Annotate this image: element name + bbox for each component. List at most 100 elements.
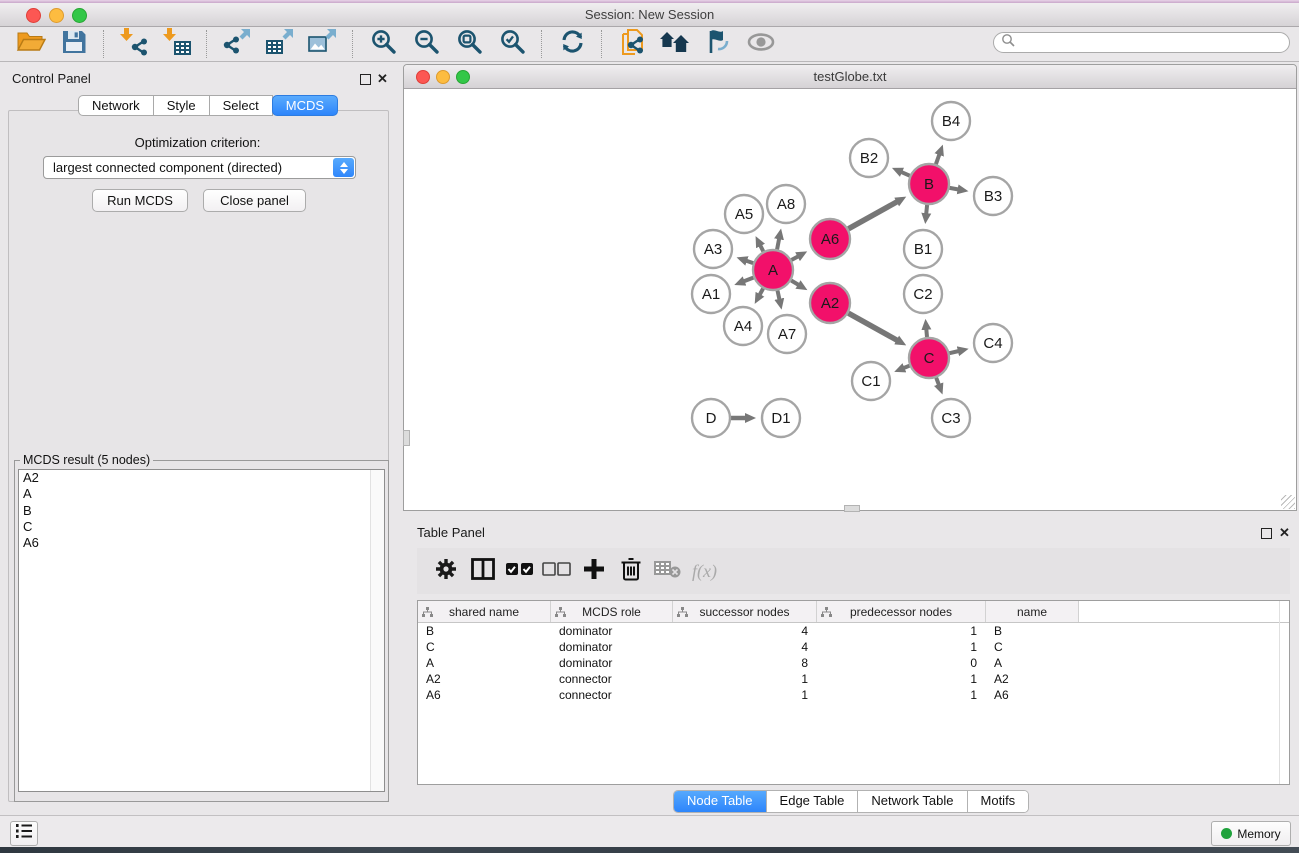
criterion-dropdown[interactable]: largest connected component (directed) [43, 156, 356, 179]
open-session-button[interactable] [14, 29, 48, 59]
table-row[interactable]: A6connector11A6 [418, 687, 1289, 703]
table-cell[interactable]: 1 [673, 687, 817, 703]
graph-node-A3[interactable]: A3 [694, 230, 732, 268]
graph-node-A6[interactable]: A6 [810, 219, 850, 259]
graph-node-C4[interactable]: C4 [974, 324, 1012, 362]
left-split-grip[interactable] [403, 430, 410, 446]
tab-edge-table[interactable]: Edge Table [767, 791, 859, 812]
table-cell[interactable]: A6 [418, 687, 551, 703]
edge-A-A3[interactable] [746, 261, 753, 264]
zoom-fit-button[interactable] [495, 29, 529, 59]
columns-button[interactable] [464, 554, 501, 588]
column-header-shared-name[interactable]: shared name [418, 601, 551, 622]
table-cell[interactable]: 4 [673, 639, 817, 655]
column-header-successor-nodes[interactable]: successor nodes [673, 601, 817, 622]
control-panel-float-icon[interactable] [360, 74, 371, 85]
mcds-result-item[interactable]: A6 [19, 535, 384, 551]
column-header-name[interactable]: name [986, 601, 1079, 622]
home-button[interactable] [658, 29, 692, 59]
edge-A6-B[interactable] [848, 202, 897, 229]
show-hide-button[interactable] [744, 29, 778, 59]
tab-node-table[interactable]: Node Table [674, 791, 767, 812]
status-menu-button[interactable] [10, 821, 38, 846]
edge-A2-C[interactable] [848, 313, 897, 340]
graph-node-C1[interactable]: C1 [852, 362, 890, 400]
tab-motifs[interactable]: Motifs [968, 791, 1029, 812]
table-cell[interactable]: B [986, 623, 1079, 639]
zoom-window-button[interactable] [72, 8, 87, 23]
table-cell[interactable]: 1 [817, 623, 986, 639]
run-mcds-button[interactable]: Run MCDS [92, 189, 188, 212]
table-cell[interactable]: B [418, 623, 551, 639]
export-network-button[interactable] [220, 29, 254, 59]
apply-style-button[interactable] [701, 29, 735, 59]
gear-button[interactable] [427, 554, 464, 588]
tab-select[interactable]: Select [210, 95, 273, 116]
table-cell[interactable]: A2 [986, 671, 1079, 687]
mcds-result-item[interactable]: B [19, 503, 384, 519]
table-cell[interactable]: 1 [817, 671, 986, 687]
table-cell[interactable]: C [418, 639, 551, 655]
column-header-MCDS-role[interactable]: MCDS role [551, 601, 673, 622]
delete-row-button[interactable] [612, 554, 649, 588]
table-row[interactable]: Bdominator41B [418, 623, 1289, 639]
mcds-result-item[interactable]: A2 [19, 470, 384, 486]
table-cell[interactable]: connector [551, 671, 673, 687]
import-table-button[interactable] [160, 29, 194, 59]
table-cell[interactable]: 1 [817, 687, 986, 703]
table-cell[interactable]: C [986, 639, 1079, 655]
control-panel-close-icon[interactable]: ✕ [377, 71, 388, 87]
graph-node-A2[interactable]: A2 [810, 283, 850, 323]
graph-node-A4[interactable]: A4 [724, 307, 762, 345]
edge-A-A1[interactable] [744, 278, 754, 282]
edge-C-C3[interactable] [936, 378, 939, 385]
table-cell[interactable]: 1 [817, 639, 986, 655]
export-image-button[interactable] [306, 29, 340, 59]
table-row[interactable]: Cdominator41C [418, 639, 1289, 655]
table-cell[interactable]: 1 [673, 671, 817, 687]
refresh-button[interactable] [555, 29, 589, 59]
zoom-in-button[interactable] [366, 29, 400, 59]
tab-style[interactable]: Style [154, 95, 210, 116]
table-panel-float-icon[interactable] [1261, 528, 1272, 539]
edge-A-A4[interactable] [760, 289, 764, 296]
function-button[interactable]: f(x) [686, 554, 723, 588]
table-row[interactable]: A2connector11A2 [418, 671, 1289, 687]
edge-A-A8[interactable] [777, 238, 779, 249]
table-cell[interactable]: 8 [673, 655, 817, 671]
close-window-button[interactable] [26, 8, 41, 23]
table-cell[interactable]: dominator [551, 655, 673, 671]
graph-node-B4[interactable]: B4 [932, 102, 970, 140]
edge-A-A5[interactable] [760, 245, 763, 251]
edge-B-B2[interactable] [901, 172, 910, 176]
column-header-predecessor-nodes[interactable]: predecessor nodes [817, 601, 986, 622]
table-cell[interactable]: connector [551, 687, 673, 703]
graph-node-A8[interactable]: A8 [767, 185, 805, 223]
table-cell[interactable]: dominator [551, 639, 673, 655]
edge-A-A6[interactable] [791, 256, 798, 260]
zoom-out-button[interactable] [409, 29, 443, 59]
select-all-button[interactable] [501, 554, 538, 588]
import-network-button[interactable] [117, 29, 151, 59]
edge-B-B1[interactable] [926, 205, 927, 214]
add-row-button[interactable] [575, 554, 612, 588]
edge-B-B3[interactable] [950, 188, 959, 190]
graph-node-A[interactable]: A [753, 250, 793, 290]
graph-node-D1[interactable]: D1 [762, 399, 800, 437]
table-row[interactable]: Adominator80A [418, 655, 1289, 671]
mcds-result-list[interactable]: A2ABCA6 [18, 469, 385, 792]
bottom-split-grip[interactable] [844, 505, 860, 512]
graph-node-B[interactable]: B [909, 164, 949, 204]
table-cell[interactable]: dominator [551, 623, 673, 639]
table-cell[interactable]: A [418, 655, 551, 671]
graph-node-B1[interactable]: B1 [904, 230, 942, 268]
network-graph-canvas[interactable]: AA1A2A3A4A5A6A7A8BB1B2B3B4CC1C2C3C4DD1 [405, 89, 1295, 510]
table-cell[interactable]: A6 [986, 687, 1079, 703]
edge-A-A7[interactable] [778, 291, 780, 300]
tab-network[interactable]: Network [78, 95, 154, 116]
graph-node-B3[interactable]: B3 [974, 177, 1012, 215]
zoom-actual-button[interactable] [452, 29, 486, 59]
copy-network-button[interactable] [615, 29, 649, 59]
save-session-button[interactable] [57, 29, 91, 59]
table-scrollbar-track[interactable] [1279, 601, 1280, 784]
